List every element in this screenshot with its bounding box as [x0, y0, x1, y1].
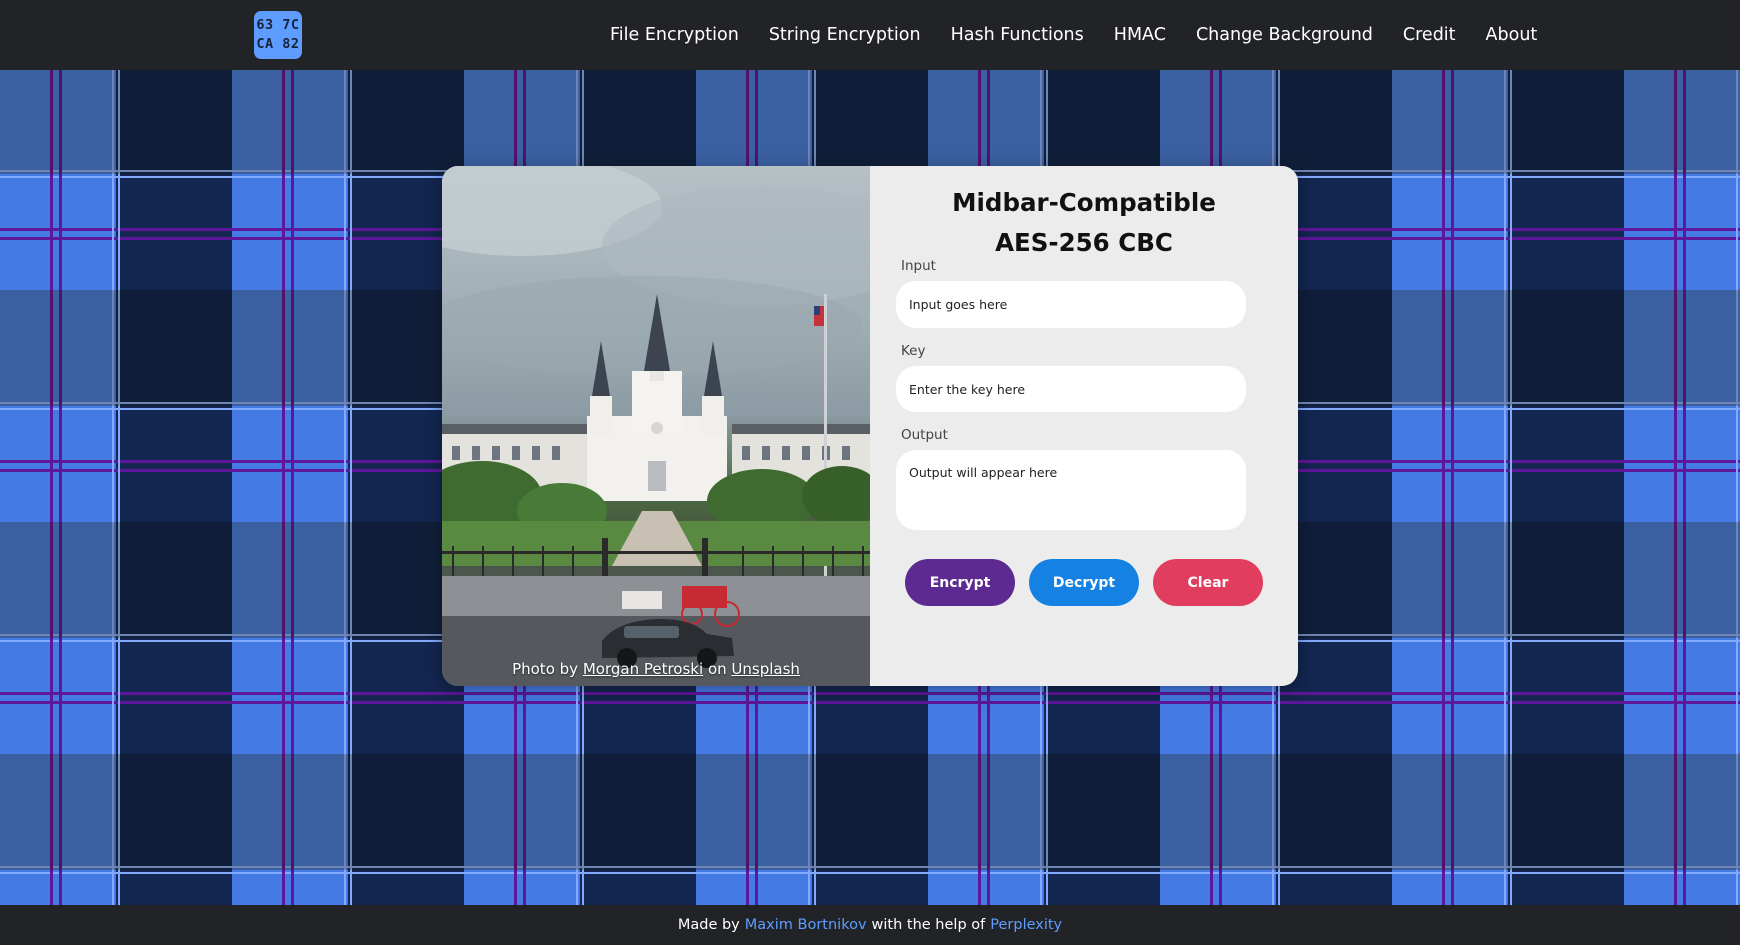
- input-label: Input: [901, 258, 936, 274]
- unsplash-link[interactable]: Unsplash: [731, 660, 800, 678]
- title-line-1: Midbar-Compatible: [952, 188, 1216, 217]
- page-title: Midbar-Compatible AES-256 CBC: [870, 183, 1298, 263]
- encryption-card: Photo by Morgan Petroski on Unsplash Mid…: [442, 166, 1298, 686]
- key-label: Key: [901, 343, 926, 359]
- photo-credit: Photo by Morgan Petroski on Unsplash: [442, 660, 870, 678]
- photo-credit-middle: on: [707, 660, 727, 678]
- nav-file-encryption[interactable]: File Encryption: [610, 25, 739, 45]
- footer-author-link[interactable]: Maxim Bortnikov: [745, 917, 867, 933]
- nav-menu: File Encryption String Encryption Hash F…: [610, 0, 1537, 70]
- encrypt-button[interactable]: Encrypt: [905, 559, 1015, 606]
- clear-button[interactable]: Clear: [1153, 559, 1263, 606]
- logo-icon[interactable]: 63 7C CA 82: [254, 11, 302, 59]
- footer-perplexity-link[interactable]: Perplexity: [990, 917, 1062, 933]
- footer-prefix: Made by: [677, 917, 740, 933]
- key-field[interactable]: [896, 366, 1246, 412]
- footer-middle: with the help of: [871, 917, 986, 933]
- nav-hmac[interactable]: HMAC: [1114, 25, 1166, 45]
- form-panel: Midbar-Compatible AES-256 CBC Input Key …: [870, 166, 1298, 686]
- cathedral-illustration: [442, 166, 870, 686]
- nav-credit[interactable]: Credit: [1403, 25, 1456, 45]
- nav-about[interactable]: About: [1486, 25, 1538, 45]
- cathedral-photo: Photo by Morgan Petroski on Unsplash: [442, 166, 870, 686]
- logo-line-1: 63 7C: [256, 17, 300, 33]
- photo-author-link[interactable]: Morgan Petroski: [583, 660, 703, 678]
- photo-credit-prefix: Photo by: [512, 660, 579, 678]
- input-field[interactable]: [896, 281, 1246, 328]
- output-label: Output: [901, 427, 948, 443]
- logo-line-2: CA 82: [256, 36, 300, 52]
- nav-string-encryption[interactable]: String Encryption: [769, 25, 921, 45]
- footer: Made by Maxim Bortnikov with the help of…: [0, 905, 1740, 945]
- top-navbar: 63 7C CA 82 File Encryption String Encry…: [0, 0, 1740, 70]
- title-line-2: AES-256 CBC: [995, 228, 1173, 257]
- nav-hash-functions[interactable]: Hash Functions: [951, 25, 1084, 45]
- nav-change-background[interactable]: Change Background: [1196, 25, 1373, 45]
- output-field[interactable]: [896, 450, 1246, 530]
- decrypt-button[interactable]: Decrypt: [1029, 559, 1139, 606]
